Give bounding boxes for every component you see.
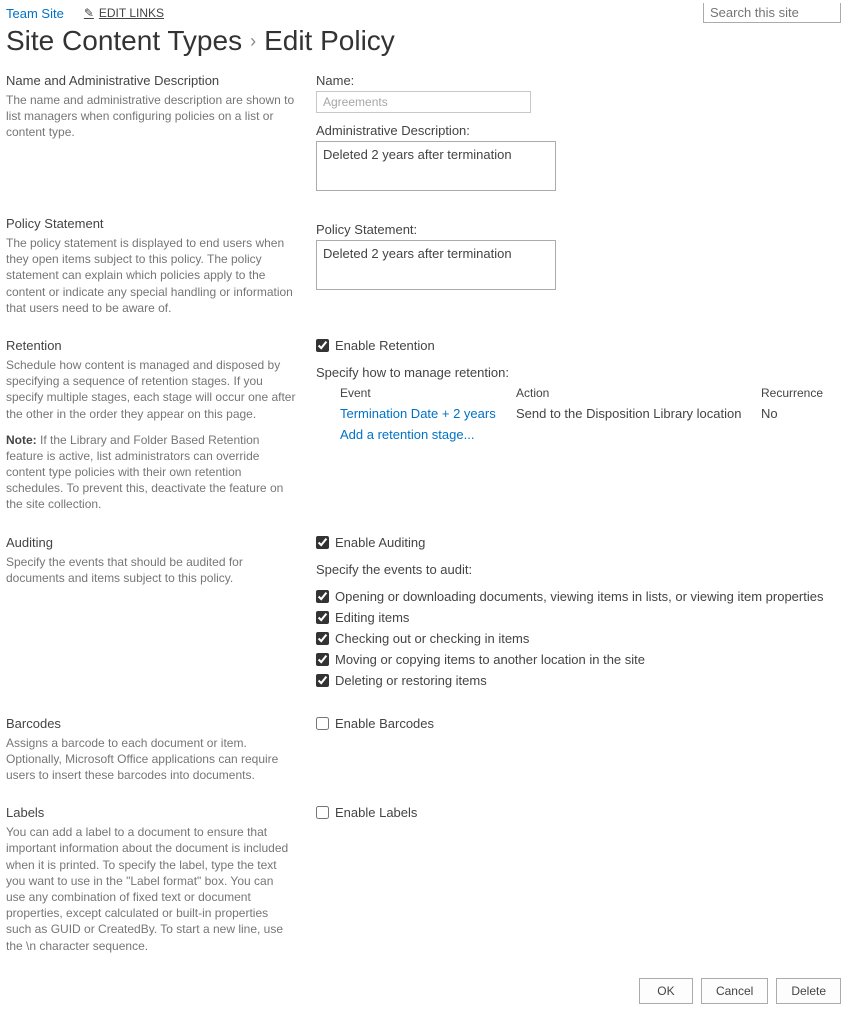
audit-event-move-label[interactable]: Moving or copying items to another locat… (335, 652, 645, 667)
retention-col-recurrence: Recurrence (761, 386, 841, 400)
retention-stage-link[interactable]: Termination Date + 2 years (340, 406, 496, 421)
retention-note-label: Note: (6, 433, 37, 447)
retention-note-text: If the Library and Folder Based Retentio… (6, 433, 283, 512)
enable-retention-checkbox[interactable] (316, 339, 329, 352)
edit-links-button[interactable]: ✎ EDIT LINKS (84, 6, 164, 20)
policy-statement-desc: The policy statement is displayed to end… (6, 235, 296, 316)
barcodes-desc: Assigns a barcode to each document or it… (6, 735, 296, 784)
search-input[interactable] (703, 3, 841, 23)
admin-desc-label: Administrative Description: (316, 123, 841, 138)
retention-col-action: Action (516, 386, 761, 400)
cancel-button[interactable]: Cancel (701, 978, 768, 1004)
ok-button[interactable]: OK (639, 978, 693, 1004)
name-field (316, 91, 531, 113)
audit-event-move-checkbox[interactable] (316, 653, 329, 666)
breadcrumb-parent: Site Content Types (6, 25, 242, 57)
auditing-specify-label: Specify the events to audit: (316, 562, 841, 577)
enable-barcodes-label[interactable]: Enable Barcodes (335, 716, 434, 731)
add-retention-stage-link[interactable]: Add a retention stage... (340, 427, 474, 442)
delete-button[interactable]: Delete (776, 978, 841, 1004)
audit-event-open-checkbox[interactable] (316, 590, 329, 603)
audit-event-delete-label[interactable]: Deleting or restoring items (335, 673, 487, 688)
name-admin-desc: The name and administrative description … (6, 92, 296, 141)
retention-specify-label: Specify how to manage retention: (316, 365, 841, 380)
labels-desc: You can add a label to a document to ens… (6, 824, 296, 954)
retention-stage-action: Send to the Disposition Library location (516, 406, 761, 421)
audit-event-checkin-checkbox[interactable] (316, 632, 329, 645)
auditing-desc: Specify the events that should be audite… (6, 554, 296, 586)
audit-event-checkin-label[interactable]: Checking out or checking in items (335, 631, 529, 646)
breadcrumb-current: Edit Policy (264, 25, 395, 57)
retention-stage-recurrence: No (761, 406, 841, 421)
retention-heading: Retention (6, 338, 296, 353)
enable-barcodes-checkbox[interactable] (316, 717, 329, 730)
enable-auditing-label[interactable]: Enable Auditing (335, 535, 425, 550)
policy-statement-textarea[interactable] (316, 240, 556, 290)
admin-desc-textarea[interactable] (316, 141, 556, 191)
retention-desc: Schedule how content is managed and disp… (6, 357, 296, 422)
enable-auditing-checkbox[interactable] (316, 536, 329, 549)
auditing-heading: Auditing (6, 535, 296, 550)
pencil-icon: ✎ (84, 6, 94, 20)
name-admin-heading: Name and Administrative Description (6, 73, 296, 88)
audit-event-delete-checkbox[interactable] (316, 674, 329, 687)
audit-event-edit-checkbox[interactable] (316, 611, 329, 624)
audit-event-open-label[interactable]: Opening or downloading documents, viewin… (335, 589, 823, 604)
breadcrumb-separator-icon: › (250, 31, 256, 52)
edit-links-label: EDIT LINKS (99, 6, 164, 20)
policy-statement-heading: Policy Statement (6, 216, 296, 231)
enable-labels-label[interactable]: Enable Labels (335, 805, 417, 820)
enable-retention-label[interactable]: Enable Retention (335, 338, 435, 353)
retention-col-event: Event (316, 386, 516, 400)
retention-note: Note: If the Library and Folder Based Re… (6, 432, 296, 513)
name-field-label: Name: (316, 73, 841, 88)
labels-heading: Labels (6, 805, 296, 820)
enable-labels-checkbox[interactable] (316, 806, 329, 819)
policy-statement-label: Policy Statement: (316, 222, 841, 237)
audit-event-edit-label[interactable]: Editing items (335, 610, 409, 625)
team-site-link[interactable]: Team Site (6, 6, 64, 21)
barcodes-heading: Barcodes (6, 716, 296, 731)
page-title: Site Content Types › Edit Policy (0, 23, 847, 65)
